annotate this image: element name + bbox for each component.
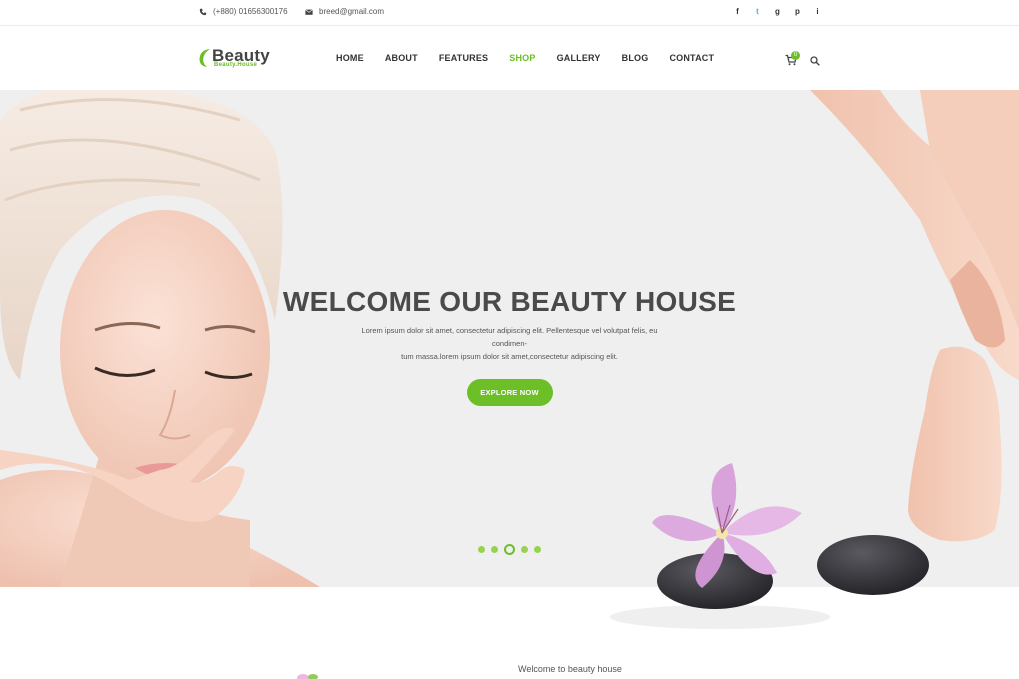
phone-contact[interactable]: (+880) 01656300176: [199, 7, 288, 16]
google-plus-icon[interactable]: g: [773, 7, 782, 17]
instagram-icon[interactable]: i: [813, 7, 822, 17]
cart-count-badge: 0: [791, 51, 800, 60]
email-contact[interactable]: breed@gmail.com: [305, 7, 384, 16]
leaf-logo-icon: [199, 49, 210, 67]
twitter-icon[interactable]: t: [753, 7, 762, 17]
pinterest-icon[interactable]: p: [793, 7, 802, 17]
email-address: breed@gmail.com: [319, 7, 385, 16]
slider-dot-4[interactable]: [521, 546, 528, 553]
nav-contact[interactable]: CONTACT: [669, 53, 714, 63]
hero-content: WELCOME OUR BEAUTY HOUSE Lorem ipsum dol…: [0, 286, 1019, 406]
phone-icon: [199, 8, 207, 15]
explore-now-button[interactable]: EXPLORE NOW: [466, 379, 553, 406]
slider-dot-5[interactable]: [534, 546, 541, 553]
spa-stones-flower-image: [610, 463, 929, 629]
hero-description-line-1: Lorem ipsum dolor sit amet, consectetur …: [361, 326, 658, 348]
hero-description: Lorem ipsum dolor sit amet, consectetur …: [345, 324, 675, 363]
search-icon[interactable]: [810, 56, 820, 66]
slider-dot-2[interactable]: [491, 546, 498, 553]
hero-title: WELCOME OUR BEAUTY HOUSE: [282, 286, 737, 317]
hero-description-line-2: tum massa.lorem ipsum dolor sit amet,con…: [401, 352, 618, 361]
slider-dots: [478, 544, 541, 555]
nav-home[interactable]: HOME: [336, 53, 364, 63]
nav-about[interactable]: ABOUT: [385, 53, 418, 63]
nav-shop[interactable]: SHOP: [509, 53, 535, 63]
slider-dot-1[interactable]: [478, 546, 485, 553]
logo-subtitle: Beauty.House: [214, 62, 258, 68]
top-bar: (+880) 01656300176 breed@gmail.com f t g…: [0, 0, 1019, 26]
main-nav: HOME ABOUT FEATURES SHOP GALLERY BLOG CO…: [336, 53, 735, 63]
social-links: f t g p i: [733, 7, 822, 17]
nav-gallery[interactable]: GALLERY: [557, 53, 601, 63]
facebook-icon[interactable]: f: [733, 7, 742, 17]
welcome-heading: Welcome to beauty house: [518, 664, 622, 674]
flower-decoration-icon: [297, 674, 318, 679]
nav-features[interactable]: FEATURES: [439, 53, 488, 63]
mail-icon: [305, 8, 313, 15]
main-header: Beauty Beauty.House HOME ABOUT FEATURES …: [0, 26, 1019, 90]
slider-dot-3[interactable]: [504, 544, 515, 555]
site-logo[interactable]: Beauty Beauty.House: [198, 46, 278, 71]
nav-blog[interactable]: BLOG: [622, 53, 649, 63]
phone-number: (+880) 01656300176: [213, 7, 288, 16]
